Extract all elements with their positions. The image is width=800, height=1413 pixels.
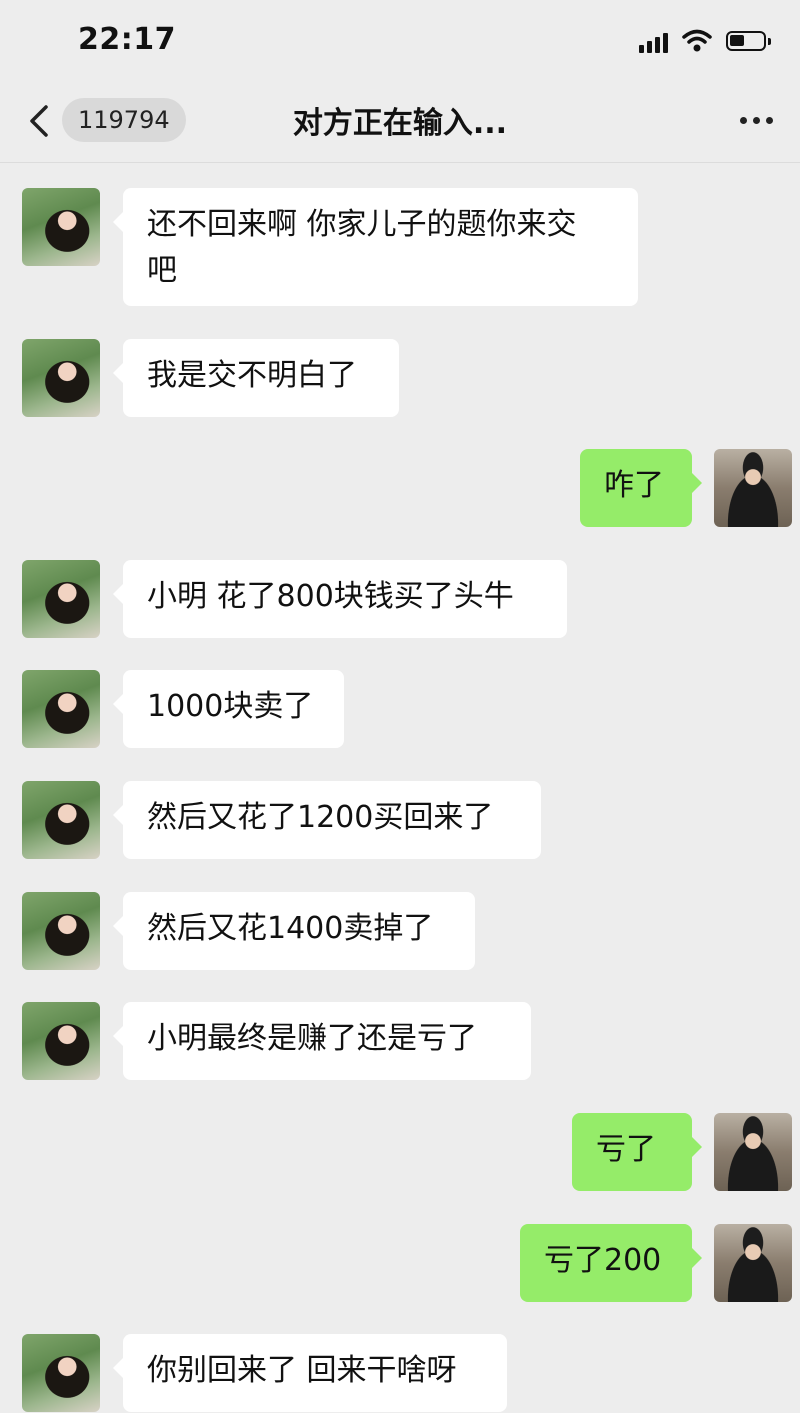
chat-message-list[interactable]: 还不回来啊 你家儿子的题你来交 吧 我是交不明白了 咋了 小明 花了800块钱买… bbox=[0, 162, 800, 1413]
message-bubble[interactable]: 咋了 bbox=[580, 449, 702, 527]
my-avatar[interactable] bbox=[714, 1113, 792, 1191]
message-bubble[interactable]: 然后又花1400卖掉了 bbox=[113, 892, 475, 970]
contact-avatar[interactable] bbox=[22, 1334, 100, 1412]
chat-title: 对方正在输入... bbox=[292, 106, 508, 141]
message-bubble[interactable]: 还不回来啊 你家儿子的题你来交 吧 bbox=[113, 188, 638, 306]
contact-avatar[interactable] bbox=[22, 670, 100, 748]
more-options-icon[interactable] bbox=[740, 110, 780, 130]
contact-avatar[interactable] bbox=[22, 892, 100, 970]
contact-avatar[interactable] bbox=[22, 339, 100, 417]
cellular-signal-icon bbox=[639, 29, 668, 53]
message-bubble[interactable]: 我是交不明白了 bbox=[113, 339, 399, 417]
battery-icon bbox=[726, 31, 771, 51]
status-bar: 22:17 bbox=[0, 0, 800, 80]
contact-avatar[interactable] bbox=[22, 188, 100, 266]
message-bubble[interactable]: 亏了200 bbox=[520, 1224, 702, 1302]
my-avatar[interactable] bbox=[714, 1224, 792, 1302]
status-time: 22:17 bbox=[78, 22, 176, 57]
message-bubble[interactable]: 小明 花了800块钱买了头牛 bbox=[113, 560, 567, 638]
message-bubble[interactable]: 小明最终是赚了还是亏了 bbox=[113, 1002, 531, 1080]
contact-avatar[interactable] bbox=[22, 1002, 100, 1080]
message-bubble[interactable]: 你别回来了 回来干啥呀 bbox=[113, 1334, 507, 1412]
contact-avatar[interactable] bbox=[22, 560, 100, 638]
contact-avatar[interactable] bbox=[22, 781, 100, 859]
message-bubble[interactable]: 然后又花了1200买回来了 bbox=[113, 781, 541, 859]
chat-header: 119794 对方正在输入... bbox=[0, 80, 800, 163]
my-avatar[interactable] bbox=[714, 449, 792, 527]
wifi-icon bbox=[682, 29, 712, 52]
message-bubble[interactable]: 亏了 bbox=[572, 1113, 702, 1191]
status-icons bbox=[639, 24, 771, 58]
message-bubble[interactable]: 1000块卖了 bbox=[113, 670, 344, 748]
